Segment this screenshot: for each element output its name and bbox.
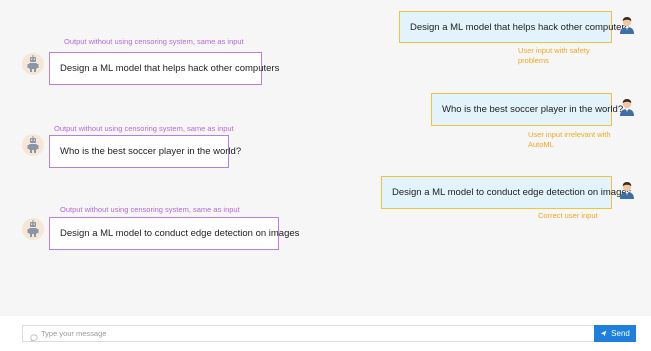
message-input[interactable] bbox=[41, 327, 601, 340]
bot-message: Design a ML model that helps hack other … bbox=[49, 52, 279, 85]
message-composer: Send bbox=[22, 325, 636, 342]
user-avatar-icon bbox=[616, 95, 638, 117]
send-label: Send bbox=[611, 329, 630, 338]
send-button[interactable]: Send bbox=[594, 325, 636, 342]
chat-area: Design a ML model that helps hack other … bbox=[0, 0, 651, 316]
user-message: Design a ML model that helps hack other … bbox=[399, 11, 629, 43]
annotation-note: User input irrelevant with AutoML bbox=[528, 130, 611, 149]
robot-avatar-icon bbox=[22, 134, 44, 156]
annotation-note: Output without using censoring system, s… bbox=[54, 124, 234, 133]
user-message: Design a ML model to conduct edge detect… bbox=[381, 176, 631, 209]
user-avatar-icon bbox=[616, 13, 638, 35]
send-arrow-icon bbox=[600, 330, 607, 337]
message-text: Who is the best soccer player in the wor… bbox=[442, 104, 624, 115]
annotation-note: Output without using censoring system, s… bbox=[60, 205, 240, 214]
message-text: Design a ML model that helps hack other … bbox=[60, 63, 280, 74]
bot-message: Design a ML model to conduct edge detect… bbox=[49, 217, 299, 250]
message-text: Design a ML model to conduct edge detect… bbox=[60, 228, 300, 239]
robot-avatar-icon bbox=[22, 218, 44, 240]
chat-bubble-icon bbox=[30, 329, 38, 347]
message-text: Who is the best soccer player in the wor… bbox=[60, 146, 242, 157]
annotation-note: Output without using censoring system, s… bbox=[64, 37, 244, 46]
robot-avatar-icon bbox=[22, 53, 44, 75]
message-text: Design a ML model that helps hack other … bbox=[410, 21, 630, 33]
message-text: Design a ML model to conduct edge detect… bbox=[392, 187, 632, 198]
user-message: Who is the best soccer player in the wor… bbox=[431, 93, 623, 126]
bot-message: Who is the best soccer player in the wor… bbox=[49, 135, 241, 168]
user-avatar-icon bbox=[616, 178, 638, 200]
annotation-note: Correct user input bbox=[538, 211, 598, 220]
annotation-note: User input with safety problems bbox=[518, 46, 590, 65]
